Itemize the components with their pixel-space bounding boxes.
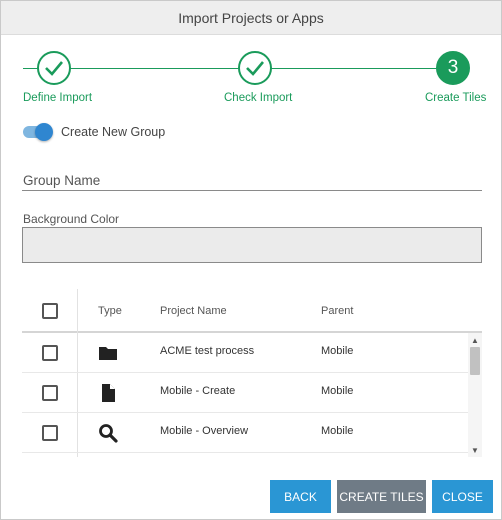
background-color-label: Background Color [23, 212, 120, 226]
background-color-input[interactable] [22, 227, 482, 263]
row-checkbox[interactable] [42, 345, 58, 361]
dialog-title: Import Projects or Apps [1, 1, 501, 35]
project-name: Mobile - Overview [160, 425, 249, 437]
table-scrollbar[interactable]: ▲ ▼ [468, 333, 482, 457]
group-name-field[interactable]: Group Name [23, 173, 100, 188]
row-checkbox[interactable] [42, 385, 58, 401]
search-icon [98, 423, 118, 443]
column-header-type[interactable]: Type [98, 305, 122, 317]
file-icon [98, 383, 118, 403]
table-row[interactable]: ACME test process Mobile [22, 333, 468, 373]
step-2-label: Check Import [224, 92, 293, 104]
table-row[interactable]: Mobile - Overview Mobile [22, 413, 468, 453]
scroll-down-icon[interactable]: ▼ [470, 445, 480, 455]
column-header-parent[interactable]: Parent [321, 305, 353, 317]
scroll-thumb[interactable] [470, 347, 480, 375]
create-tiles-button[interactable]: CREATE TILES [337, 480, 426, 513]
create-group-toggle[interactable] [23, 122, 53, 142]
row-checkbox[interactable] [42, 425, 58, 441]
step-1-label: Define Import [23, 92, 93, 104]
parent-name: Mobile [321, 345, 354, 357]
group-name-underline [22, 190, 482, 191]
select-all-checkbox[interactable] [42, 303, 58, 319]
table-header: Type Project Name Parent [22, 289, 482, 333]
back-button[interactable]: BACK [270, 480, 331, 513]
projects-table: Type Project Name Parent ACME test proce… [22, 289, 482, 457]
scroll-up-icon[interactable]: ▲ [470, 335, 480, 345]
project-name: Mobile - Create [160, 385, 236, 397]
step-3-number: 3 [436, 51, 470, 85]
project-name: ACME test process [160, 345, 255, 357]
stepper: Define Import Check Import 3 Create Tile… [1, 49, 502, 109]
toggle-label: Create New Group [61, 125, 166, 139]
column-header-project-name[interactable]: Project Name [160, 305, 227, 317]
close-button[interactable]: CLOSE [432, 480, 493, 513]
parent-name: Mobile [321, 425, 354, 437]
import-dialog: Import Projects or Apps Define Import Ch… [0, 0, 502, 520]
step-1-check-icon [37, 51, 71, 85]
toggle-knob [35, 123, 53, 141]
folder-icon [98, 343, 118, 363]
step-2-check-icon [238, 51, 272, 85]
create-group-toggle-row: Create New Group [23, 122, 165, 142]
step-3-label: Create Tiles [425, 92, 487, 104]
table-row[interactable]: Mobile - Create Mobile [22, 373, 468, 413]
parent-name: Mobile [321, 385, 354, 397]
